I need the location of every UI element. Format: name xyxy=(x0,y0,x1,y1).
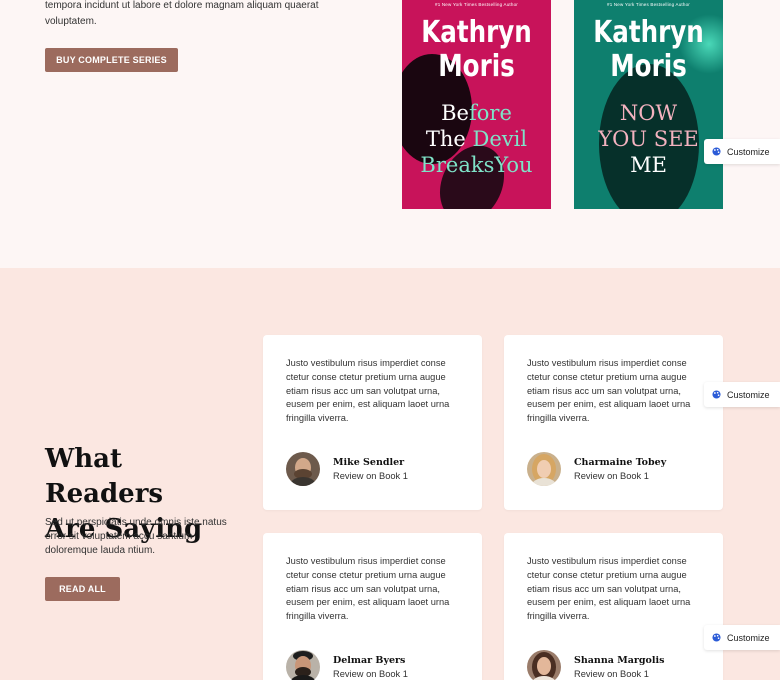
palette-icon xyxy=(712,147,721,156)
avatar xyxy=(527,452,561,486)
avatar xyxy=(286,650,320,680)
author-first-name: Kathryn xyxy=(593,15,704,50)
review-quote: Justo vestibulum risus imperdiet conse c… xyxy=(527,556,691,622)
reviewer-name: Mike Sendler xyxy=(333,457,405,468)
review-quote: Justo vestibulum risus imperdiet conse c… xyxy=(286,358,450,424)
title-part-accent: fore xyxy=(468,101,512,125)
buy-complete-series-button[interactable]: BUY COMPLETE SERIES xyxy=(45,48,178,72)
review-card: Justo vestibulum risus imperdiet conse c… xyxy=(504,335,723,510)
palette-icon xyxy=(712,633,721,642)
title-part-accent: Devil xyxy=(472,127,528,151)
title-part: Be xyxy=(441,101,469,125)
customize-label: Customize xyxy=(727,632,770,643)
book-cover-before-the-devil[interactable]: #1 New York Times Bestselling Author Kat… xyxy=(402,0,551,209)
review-subtitle: Review on Book 1 xyxy=(574,471,649,481)
review-card: Justo vestibulum risus imperdiet conse c… xyxy=(263,335,482,510)
review-subtitle: Review on Book 1 xyxy=(574,669,649,679)
review-quote: Justo vestibulum risus imperdiet conse c… xyxy=(286,556,450,622)
series-description: tempora incidunt ut labore et dolore mag… xyxy=(45,0,319,27)
book-series-section: tempora incidunt ut labore et dolore mag… xyxy=(0,0,780,268)
review-subtitle: Review on Book 1 xyxy=(333,471,408,481)
review-card: Justo vestibulum risus imperdiet conse c… xyxy=(263,533,482,680)
cover-title: Before The Devil BreaksYou xyxy=(402,100,551,178)
reviews-description: Sed ut perspiciatis unde omnis iste natu… xyxy=(45,517,227,556)
avatar xyxy=(286,452,320,486)
review-subtitle: Review on Book 1 xyxy=(333,669,408,679)
title-line: NOW xyxy=(619,101,678,125)
reviewer-name: Shanna Margolis xyxy=(574,655,665,666)
palette-icon xyxy=(712,390,721,399)
cover-author: Kathryn Moris xyxy=(415,16,537,84)
title-line: YOU SEE xyxy=(598,127,699,151)
cover-title: NOW YOU SEE ME xyxy=(574,100,723,178)
reviewer-name: Delmar Byers xyxy=(333,655,406,666)
author-last-name: Moris xyxy=(610,49,687,84)
book-cover-now-you-see-me[interactable]: #1 New York Times Bestselling Author Kat… xyxy=(574,0,723,209)
reviewer-name: Charmaine Tobey xyxy=(574,457,667,468)
heading-line: What Readers xyxy=(45,444,164,509)
title-line: ME xyxy=(630,153,667,177)
cover-tagline: #1 New York Times Bestselling Author xyxy=(607,2,690,7)
cover-tagline: #1 New York Times Bestselling Author xyxy=(435,2,518,7)
cover-author: Kathryn Moris xyxy=(587,16,709,84)
author-first-name: Kathryn xyxy=(421,15,532,50)
customize-label: Customize xyxy=(727,389,770,400)
review-quote: Justo vestibulum risus imperdiet conse c… xyxy=(527,358,691,424)
title-part-accent: BreaksYou xyxy=(420,153,533,177)
customize-button[interactable]: Customize xyxy=(704,139,780,164)
review-card: Justo vestibulum risus imperdiet conse c… xyxy=(504,533,723,680)
author-last-name: Moris xyxy=(438,49,515,84)
customize-label: Customize xyxy=(727,146,770,157)
avatar xyxy=(527,650,561,680)
read-all-button[interactable]: READ ALL xyxy=(45,577,120,601)
customize-button[interactable]: Customize xyxy=(704,382,780,407)
title-part: The xyxy=(425,127,473,151)
customize-button[interactable]: Customize xyxy=(704,625,780,650)
